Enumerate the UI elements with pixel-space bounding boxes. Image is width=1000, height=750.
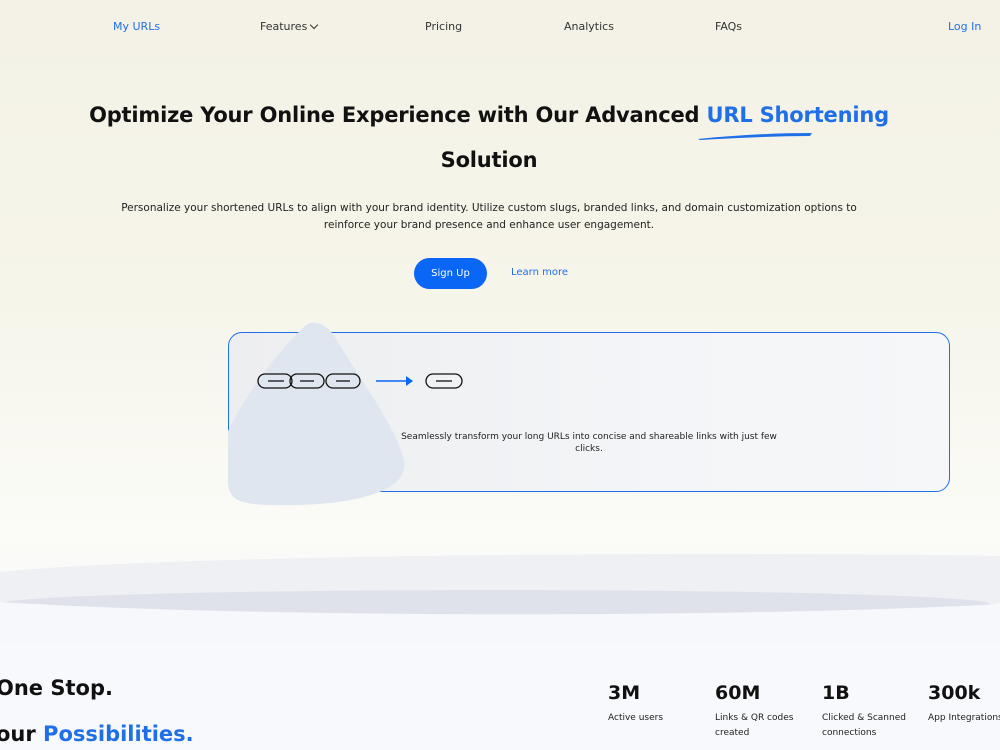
arrow-right-icon [376, 376, 413, 386]
card-description-line2: clicks. [575, 444, 603, 454]
stat-label: Links & QR codes created [715, 711, 793, 741]
stat-label: Clicked & Scanned connections [822, 711, 906, 741]
hero-description-line2: reinforce your brand presence and enhanc… [323, 219, 655, 231]
nav-features[interactable]: Features [260, 20, 319, 33]
short-link-icon [425, 373, 463, 389]
stat-value: 60M [715, 682, 761, 704]
stat-label-line1: Clicked & Scanned [822, 713, 906, 723]
login-link[interactable]: Log In [948, 20, 981, 33]
chain-link-graphic [257, 373, 463, 389]
card-description-line1: Seamlessly transform your long URLs into… [401, 432, 777, 442]
stat-label-line1: Active users [608, 713, 664, 723]
hero-description: Personalize your shortened URLs to align… [120, 200, 858, 234]
top-nav: My URLs Features Pricing Analytics FAQs … [0, 0, 1000, 56]
decorative-band [0, 553, 1000, 644]
chevron-down-icon [310, 20, 319, 30]
section-heading-line1: One Stop. [0, 676, 113, 700]
hero-title-line1: Optimize Your Online Experience with Our… [0, 103, 978, 127]
nav-analytics[interactable]: Analytics [564, 20, 614, 33]
stat-label-line2: created [715, 728, 750, 738]
signup-button[interactable]: Sign Up [414, 258, 487, 289]
stat-label: App Integrations [928, 711, 1000, 726]
hero-description-line1: Personalize your shortened URLs to align… [121, 202, 857, 214]
stat-label-line1: App Integrations [928, 713, 1000, 723]
stat-value: 1B [822, 682, 850, 704]
section-heading-line2: our Possibilities. [0, 722, 194, 746]
decorative-blob [228, 322, 405, 506]
hero-title-text: Optimize Your Online Experience with Our… [89, 103, 700, 127]
stat-value: 3M [608, 682, 641, 704]
stat-label-line2: connections [822, 728, 877, 738]
stat-value: 300k [928, 682, 981, 704]
accent-underline [698, 133, 812, 140]
chain-link-icon [257, 373, 361, 389]
hero-title-line2: Solution [440, 148, 538, 172]
nav-my-urls[interactable]: My URLs [113, 20, 160, 33]
hero-title-accent: URL Shortening [706, 103, 890, 127]
learn-more-link[interactable]: Learn more [511, 267, 568, 278]
card-description: Seamlessly transform your long URLs into… [398, 431, 780, 455]
stat-label: Active users [608, 711, 663, 726]
nav-features-label: Features [260, 20, 308, 33]
stat-label-line1: Links & QR codes [715, 713, 794, 723]
section-heading-text: our [0, 722, 36, 746]
nav-faqs[interactable]: FAQs [715, 20, 742, 33]
nav-pricing[interactable]: Pricing [425, 20, 462, 33]
section-heading-accent: Possibilities. [43, 722, 194, 746]
